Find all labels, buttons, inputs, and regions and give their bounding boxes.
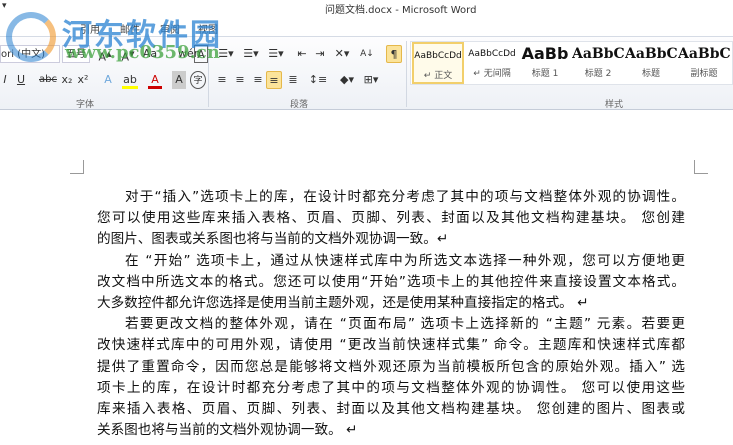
style-heading-2[interactable]: AaBbC 标题 2	[572, 42, 624, 84]
document-line: 您可以使用这些库来插入表格、页眉、页脚、列表、封面以及其他文档构建基块。 您创建	[97, 210, 685, 227]
document-line: 若要更改文档的整体外观，请在 “页面布局” 选项卡上选择新的 “主题” 元素。若…	[125, 316, 685, 333]
styles-gallery: AaBbCcDd ↵ 正文 AaBbCcDd ↵ 无间隔 AaBb 标题 1 AaBb…	[410, 41, 733, 85]
watermark-logo-icon	[6, 12, 56, 62]
style-name: ↵ 正文	[423, 71, 453, 81]
separator	[406, 41, 407, 107]
style-preview: AaBb	[521, 44, 569, 63]
style-preview: AaBbC	[678, 46, 730, 62]
style-heading-1[interactable]: AaBb 标题 1	[519, 42, 571, 84]
watermark-url: www.pc0359.cn	[65, 42, 220, 63]
font-group-label: 字体	[76, 100, 95, 110]
style-preview: AaBbCcDd	[414, 51, 462, 61]
subscript-button[interactable]: x₂	[60, 71, 74, 89]
align-left-button[interactable]: ≡	[215, 71, 229, 89]
increase-indent-button[interactable]: ⇥	[313, 45, 327, 63]
document-line: 关系图也将与当前的文档外观协调一致。 ↵	[97, 422, 358, 439]
text-effects-button[interactable]: A	[100, 71, 116, 89]
style-title[interactable]: AaBbC 标题	[625, 42, 677, 84]
document-line: 在 “开始” 选项卡上，通过从快速样式库中为所选文本选择一种外观，您可以方便地更	[125, 252, 685, 269]
italic-button[interactable]: I	[0, 71, 10, 89]
font-color-button[interactable]: A	[148, 71, 162, 89]
page-corner-mark	[694, 160, 708, 174]
numbering-button[interactable]: ☰▾	[240, 45, 262, 63]
highlight-button[interactable]: ab	[122, 71, 138, 89]
style-normal[interactable]: AaBbCcDd ↵ 正文	[412, 42, 464, 84]
quick-access-dropdown[interactable]: ▾	[2, 1, 7, 11]
style-subtitle[interactable]: AaBbC 副标题	[678, 42, 730, 84]
document-line: 项卡上的库，在设计时都充分考虑了其中的项与文档整体外观的协调性。 您可以使用这些	[97, 379, 685, 396]
distributed-button[interactable]: ≣	[286, 71, 300, 89]
character-shading-button[interactable]: A	[172, 71, 186, 89]
style-preview: AaBbC	[625, 46, 677, 62]
decrease-indent-button[interactable]: ⇤	[295, 45, 309, 63]
borders-button[interactable]: ⊞▾	[362, 71, 380, 89]
document-body[interactable]: 对于“插入”选项卡上的库，在设计时都充分考虑了其中的项与文档整体外观的协调性。您…	[97, 187, 685, 441]
sort-button[interactable]: A↓	[360, 45, 374, 63]
document-line: 对于“插入”选项卡上的库，在设计时都充分考虑了其中的项与文档整体外观的协调性。	[125, 189, 685, 205]
style-name: 副标题	[690, 69, 718, 79]
document-line: 改文档中所选文本的格式。您还可以使用“开始”选项卡上的其他控件来直接设置文本格式…	[97, 273, 685, 290]
style-preview: AaBbCcDd	[468, 49, 516, 59]
superscript-button[interactable]: x²	[76, 71, 90, 89]
style-preview: AaBbC	[572, 46, 624, 62]
style-name: 标题	[641, 69, 660, 79]
line-spacing-button[interactable]: ↕≡	[308, 71, 328, 89]
strikethrough-button[interactable]: abc	[38, 71, 58, 89]
underline-button[interactable]: U	[14, 71, 28, 89]
document-line: 提供了重置命令，因而您总是能够将文档外观还原为当前模板所包含的原始外观。插入” …	[97, 358, 685, 375]
enclose-characters-button[interactable]: 字	[190, 71, 206, 89]
style-name: 标题 2	[584, 69, 612, 79]
align-right-button[interactable]: ≡	[251, 71, 265, 89]
asian-layout-button[interactable]: ✕▾	[333, 45, 351, 63]
page-corner-mark	[70, 160, 84, 174]
document-line: 改快速样式库中的可用外观，请使用 “更改当前快速样式集” 命令。主题库和快速样式…	[97, 337, 685, 354]
style-no-spacing[interactable]: AaBbCcDd ↵ 无间隔	[466, 42, 518, 84]
show-formatting-marks-button[interactable]: ¶	[386, 45, 402, 63]
window-title: 问题文档.docx - Microsoft Word	[325, 5, 477, 16]
document-line: 的图片、图表或关系图也将与当前的文档外观协调一致。↵	[97, 231, 449, 248]
style-name: 标题 1	[531, 69, 559, 79]
shading-button[interactable]: ◆▾	[338, 71, 356, 89]
document-line: 库来插入表格、页眉、页脚、列表、封面以及其他文档构建基块。 您创建的图片、图表或	[97, 400, 685, 417]
multilevel-list-button[interactable]: ☰▾	[265, 45, 287, 63]
style-name: ↵ 无间隔	[473, 69, 511, 79]
styles-group-label: 样式	[605, 100, 624, 110]
paragraph-group-label: 段落	[290, 100, 309, 110]
justify-button[interactable]: ≡	[266, 71, 282, 89]
document-line: 大多数控件都允许您选择是使用当前主题外观，还是使用某种直接指定的格式。 ↵	[97, 294, 589, 311]
align-center-button[interactable]: ≡	[233, 71, 247, 89]
